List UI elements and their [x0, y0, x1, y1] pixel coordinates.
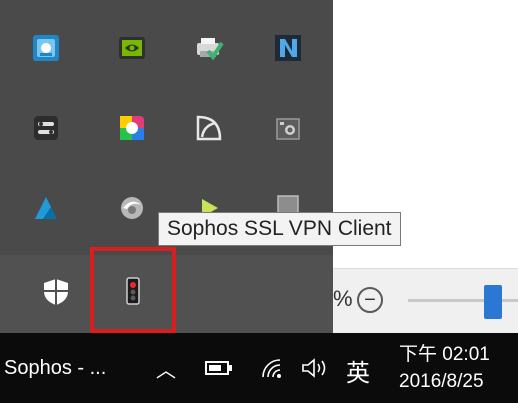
clock-time[interactable]: 下午 02:01	[399, 339, 490, 366]
windows-defender-shield-icon[interactable]	[36, 272, 76, 312]
camera-icon[interactable]	[268, 108, 308, 148]
zoom-out-button[interactable]: −	[357, 287, 383, 313]
autodesk-icon[interactable]	[26, 188, 66, 228]
n-logo-icon[interactable]	[268, 28, 308, 68]
show-hidden-icons-chevron-icon[interactable]: ︿	[156, 355, 176, 382]
tooltip-text: Sophos SSL VPN Client	[167, 217, 392, 240]
zoom-percent-label: %	[333, 286, 353, 311]
taskbar: Sophos - ... ︿ 英 下午 02:01 2016/8/25	[0, 333, 518, 403]
minus-icon: −	[364, 289, 376, 311]
nvidia-icon[interactable]	[112, 28, 152, 68]
toggle-app-icon[interactable]	[26, 108, 66, 148]
wifi-icon[interactable]	[258, 355, 288, 381]
clock-date[interactable]: 2016/8/25	[399, 371, 484, 393]
color-wheel-icon[interactable]	[112, 108, 152, 148]
tooltip: Sophos SSL VPN Client	[158, 212, 401, 246]
zoom-slider-thumb[interactable]	[484, 285, 502, 319]
taskbar-app-button[interactable]: Sophos - ...	[4, 357, 106, 380]
printer-check-icon[interactable]	[189, 28, 229, 68]
gauge-icon[interactable]	[189, 108, 229, 148]
swirl-icon[interactable]	[112, 188, 152, 228]
battery-icon[interactable]	[203, 355, 235, 381]
network-settings-icon[interactable]	[26, 28, 66, 68]
input-method-indicator[interactable]: 英	[346, 353, 370, 388]
volume-icon[interactable]	[300, 355, 330, 381]
highlight-box	[90, 247, 176, 333]
